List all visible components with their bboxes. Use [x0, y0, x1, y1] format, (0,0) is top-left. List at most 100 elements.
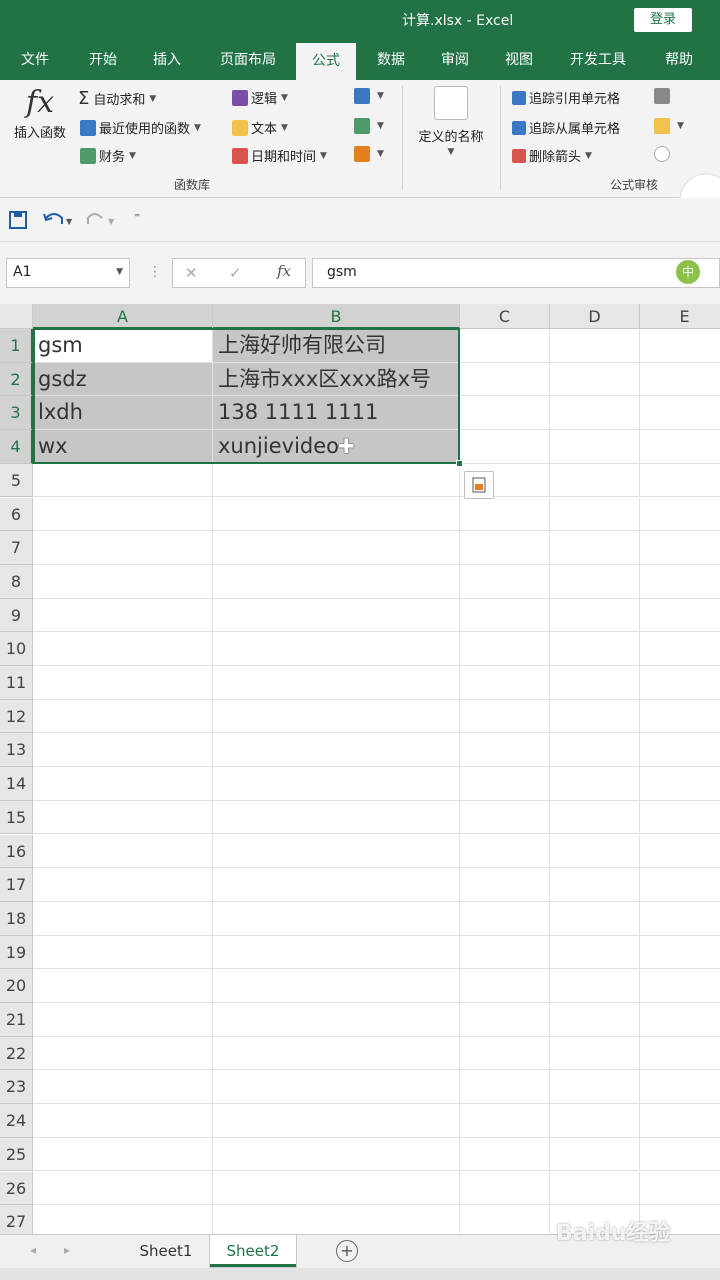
cell-a23[interactable]	[33, 1070, 213, 1105]
cell-b1[interactable]: 上海好帅有限公司	[213, 329, 460, 363]
row-header[interactable]: 10	[0, 632, 33, 666]
column-header-c[interactable]: C	[460, 304, 550, 329]
cell-b27[interactable]	[213, 1205, 460, 1234]
cell-c24[interactable]	[460, 1104, 550, 1138]
cell-d14[interactable]	[550, 767, 640, 801]
cell-d13[interactable]	[550, 733, 640, 768]
cell-c17[interactable]	[460, 868, 550, 902]
cell-b16[interactable]	[213, 834, 460, 869]
cell-e3[interactable]	[640, 396, 720, 431]
cell-d5[interactable]	[550, 463, 640, 498]
row-header[interactable]: 24	[0, 1104, 33, 1138]
cell-b12[interactable]	[213, 699, 460, 734]
cell-c16[interactable]	[460, 834, 550, 869]
math-button[interactable]: ▼	[354, 118, 384, 134]
evaluate-formula-button[interactable]	[654, 146, 673, 162]
cell-b6[interactable]	[213, 497, 460, 532]
cell-c11[interactable]	[460, 666, 550, 700]
cell-e21[interactable]	[640, 1003, 720, 1037]
row-header[interactable]: 16	[0, 834, 33, 869]
cell-c20[interactable]	[460, 969, 550, 1003]
row-header[interactable]: 14	[0, 767, 33, 801]
cell-e25[interactable]	[640, 1138, 720, 1172]
cell-a2[interactable]: gsdz	[33, 362, 213, 397]
cell-b23[interactable]	[213, 1070, 460, 1105]
cell-c8[interactable]	[460, 564, 550, 599]
cell-e4[interactable]	[640, 430, 720, 464]
insert-function-icon[interactable]: fx	[277, 262, 291, 280]
column-header-b[interactable]: B	[213, 304, 460, 329]
cell-b15[interactable]	[213, 800, 460, 835]
cell-d9[interactable]	[550, 598, 640, 633]
tab-developer[interactable]: 开发工具	[560, 40, 636, 80]
cell-a21[interactable]	[33, 1003, 213, 1037]
cell-c18[interactable]	[460, 901, 550, 936]
row-header[interactable]: 26	[0, 1171, 33, 1206]
cell-b17[interactable]	[213, 868, 460, 902]
cell-b13[interactable]	[213, 733, 460, 768]
tab-file[interactable]: 文件	[10, 40, 60, 80]
row-header[interactable]: 25	[0, 1137, 33, 1172]
cell-e23[interactable]	[640, 1070, 720, 1105]
row-header[interactable]: 1	[0, 329, 33, 363]
cell-c2[interactable]	[460, 362, 550, 397]
row-header[interactable]: 21	[0, 1003, 33, 1037]
cell-c25[interactable]	[460, 1137, 550, 1172]
cell-d17[interactable]	[550, 868, 640, 902]
cell-c14[interactable]	[460, 767, 550, 801]
cell-d24[interactable]	[550, 1104, 640, 1138]
row-header[interactable]: 9	[0, 598, 33, 633]
cell-d4[interactable]	[550, 430, 640, 464]
cell-b7[interactable]	[213, 531, 460, 565]
cell-d20[interactable]	[550, 969, 640, 1003]
row-header[interactable]: 4	[0, 430, 33, 464]
tab-formulas[interactable]: 公式	[296, 43, 356, 80]
redo-icon[interactable]: ▼	[86, 210, 120, 230]
row-header[interactable]: 18	[0, 901, 33, 936]
cell-a4[interactable]: wx	[33, 430, 213, 464]
cell-e16[interactable]	[640, 835, 720, 869]
row-header[interactable]: 2	[0, 362, 33, 397]
row-header[interactable]: 22	[0, 1036, 33, 1071]
cell-e26[interactable]	[640, 1172, 720, 1206]
cell-d1[interactable]	[550, 329, 640, 363]
cell-c6[interactable]	[460, 497, 550, 532]
cell-a9[interactable]	[33, 598, 213, 633]
cell-d16[interactable]	[550, 834, 640, 869]
next-sheet-icon[interactable]: ▸	[64, 1243, 70, 1257]
cell-c9[interactable]	[460, 598, 550, 633]
cell-d2[interactable]	[550, 362, 640, 397]
insert-function-button[interactable]: fx 插入函数	[8, 84, 72, 141]
name-box[interactable]: A1 ▼	[6, 258, 130, 288]
row-header[interactable]: 7	[0, 531, 33, 565]
cell-e1[interactable]	[640, 329, 720, 363]
cell-e11[interactable]	[640, 666, 720, 700]
tab-view[interactable]: 视图	[494, 40, 544, 80]
cell-d15[interactable]	[550, 800, 640, 835]
confirm-icon[interactable]: ✓	[229, 264, 242, 282]
cell-d26[interactable]	[550, 1171, 640, 1206]
recent-functions-button[interactable]: 最近使用的函数 ▼	[80, 118, 201, 137]
text-button[interactable]: 文本 ▼	[232, 118, 288, 137]
cell-b20[interactable]	[213, 969, 460, 1003]
cell-a6[interactable]	[33, 497, 213, 532]
autosum-button[interactable]: Σ 自动求和 ▼	[78, 88, 156, 109]
cell-a16[interactable]	[33, 834, 213, 869]
tab-page-layout[interactable]: 页面布局	[210, 40, 286, 80]
cell-c21[interactable]	[460, 1003, 550, 1037]
cell-b25[interactable]	[213, 1137, 460, 1172]
row-header[interactable]: 6	[0, 497, 33, 532]
cell-d10[interactable]	[550, 632, 640, 666]
cell-a27[interactable]	[33, 1205, 213, 1234]
cell-c10[interactable]	[460, 632, 550, 666]
add-sheet-icon[interactable]: +	[336, 1240, 358, 1262]
cell-d23[interactable]	[550, 1070, 640, 1105]
column-header-d[interactable]: D	[550, 304, 640, 329]
tab-data[interactable]: 数据	[366, 40, 416, 80]
cell-c23[interactable]	[460, 1070, 550, 1105]
row-header[interactable]: 19	[0, 935, 33, 970]
fill-handle[interactable]	[456, 460, 463, 467]
cell-c15[interactable]	[460, 800, 550, 835]
cell-b3[interactable]: 138 1111 1111	[213, 396, 460, 431]
cell-a12[interactable]	[33, 699, 213, 734]
